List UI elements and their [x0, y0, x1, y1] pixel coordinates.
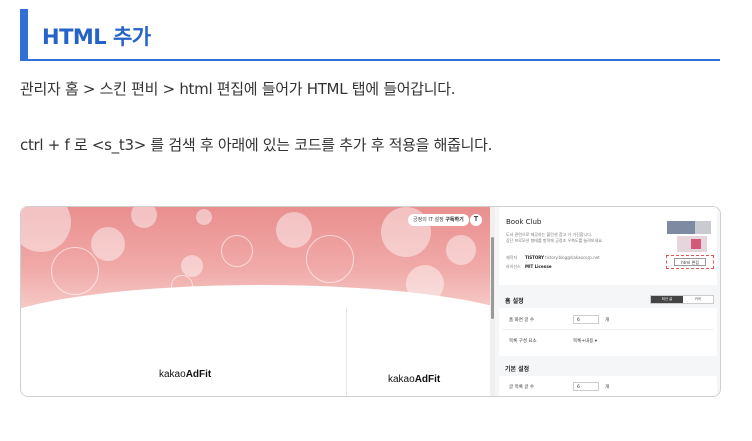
toggle-latest[interactable]: 최신 글 [651, 296, 683, 303]
subscribe-pill-text: 긍정의 IT 설정 [413, 217, 444, 223]
instruction-paragraph-2: ctrl + f 로 <s_t3> 를 검색 후 아래에 있는 코드를 추가 후… [20, 136, 493, 154]
author-email: tistory.blog@kakaocorp.net [545, 255, 600, 260]
basic-settings-title: 기본 설정 [505, 366, 530, 373]
basic-posts-input[interactable]: 6 [573, 382, 599, 391]
author-value: TISTORY [525, 255, 544, 260]
skin-description-1: 도서 관련으로 제공하는 블린센 참고 가 가진합니다. [506, 232, 593, 237]
home-layout-toggle[interactable]: 최신 글 커버 [650, 295, 714, 304]
section-heading: HTML 추가 [20, 9, 720, 61]
column-divider [346, 307, 347, 396]
skin-description-2: 상단 프로모션 형태를 항목에 긍정조 우측도를 늘려보세요. [506, 238, 604, 243]
blog-preview: 긍정의 IT 설정 구독하기 T kakaoAdFit kakaoAdFit [21, 207, 490, 396]
license-value: MIT License [525, 264, 552, 269]
skin-thumbnail-1 [667, 221, 711, 234]
tistory-badge[interactable]: T [470, 214, 482, 226]
home-settings-card: 홈 화면 글 수 6 개 목록 구성 요소 목록+내용 ▾ [499, 308, 717, 356]
posts-count-input[interactable]: 6 [573, 315, 599, 324]
toggle-cover[interactable]: 커버 [683, 296, 713, 303]
posts-count-unit: 개 [605, 318, 610, 323]
subscribe-pill-action: 구독하기 [445, 217, 464, 223]
skin-settings-panel: Book Club 도서 관련으로 제공하는 블린센 참고 가 가진합니다. 상… [495, 207, 720, 396]
home-settings-title: 홈 설정 [505, 298, 524, 305]
preview-scrollbar-thumb[interactable] [491, 237, 494, 319]
posts-count-label: 홈 화면 글 수 [509, 318, 534, 323]
skin-editor-screenshot: 긍정의 IT 설정 구독하기 T kakaoAdFit kakaoAdFit B… [20, 206, 721, 397]
adfit-logo-left: kakaoAdFit [159, 369, 212, 380]
author-label: 제작자 [506, 255, 518, 260]
list-type-label: 목록 구성 요소 [509, 339, 537, 344]
license-label: 라이선스 [506, 264, 521, 269]
basic-posts-label: 글 목록 글 수 [509, 385, 534, 390]
basic-posts-unit: 개 [605, 385, 610, 390]
instruction-paragraph-1: 관리자 홈 > 스킨 편비 > html 편집에 들어가 HTML 탭에 들어갑… [20, 80, 456, 98]
skin-name: Book Club [506, 218, 542, 226]
subscribe-pill[interactable]: 긍정의 IT 설정 구독하기 [408, 214, 469, 226]
basic-settings-card: 글 목록 글 수 6 개 [499, 376, 717, 396]
skin-thumbnail-2 [677, 236, 707, 252]
html-edit-button[interactable]: html 편집 [674, 258, 706, 266]
adfit-logo-right: kakaoAdFit [388, 374, 441, 385]
list-type-select[interactable]: 목록+내용 ▾ [573, 338, 597, 344]
section-heading-text: HTML 추가 [42, 25, 151, 49]
skin-info-card: Book Club 도서 관련으로 제공하는 블린센 참고 가 가진합니다. 상… [499, 207, 717, 285]
